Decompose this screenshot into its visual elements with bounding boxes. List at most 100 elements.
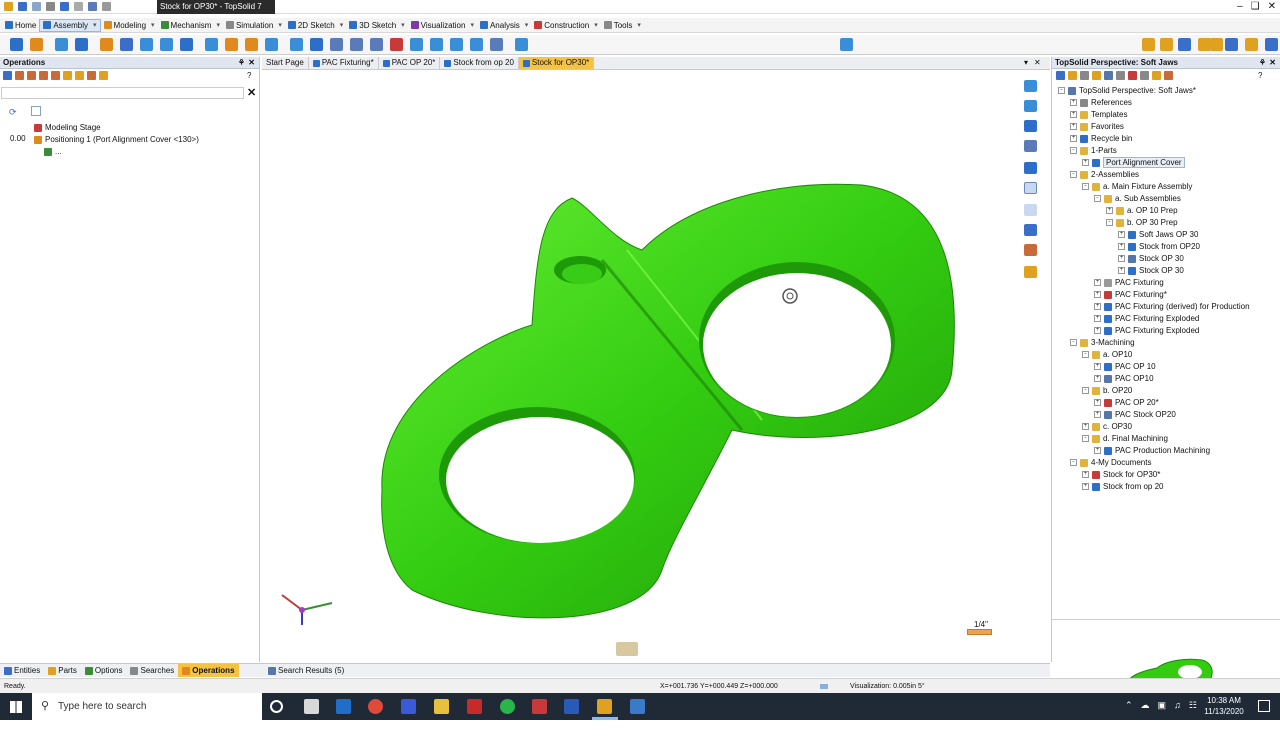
- pan-icon[interactable]: [1024, 80, 1037, 92]
- expand-icon[interactable]: +: [1070, 135, 1077, 142]
- rotate-view-icon[interactable]: [1024, 120, 1037, 132]
- open-icon[interactable]: [32, 2, 41, 11]
- op-tool-icon[interactable]: [63, 71, 72, 80]
- project-tool-icon[interactable]: [1056, 71, 1065, 80]
- toolbar-command-icon[interactable]: [1265, 38, 1278, 51]
- app-icon[interactable]: [4, 2, 13, 11]
- project-tree-item[interactable]: + Stock for OP30*: [1082, 469, 1160, 480]
- project-tool-icon[interactable]: [1152, 71, 1161, 80]
- windows-start-icon[interactable]: [10, 701, 22, 713]
- expand-icon[interactable]: +: [1070, 99, 1077, 106]
- menu-dropdown-icon[interactable]: ▾: [93, 21, 97, 29]
- menu-dropdown-icon[interactable]: ▾: [401, 21, 405, 29]
- project-tree-item[interactable]: - a. OP10: [1082, 349, 1132, 360]
- project-tree-item[interactable]: + PAC OP10: [1094, 373, 1154, 384]
- app-icon[interactable]: [401, 699, 416, 714]
- close-panel-icon[interactable]: ✕: [1269, 57, 1276, 69]
- project-tree-item[interactable]: + a. OP 10 Prep: [1106, 205, 1178, 216]
- toolbar-command-icon[interactable]: [140, 38, 153, 51]
- project-tree-item[interactable]: + Port Alignment Cover: [1082, 157, 1185, 168]
- action-center-icon[interactable]: [1258, 700, 1270, 712]
- settings-app-icon[interactable]: [630, 699, 645, 714]
- outlook-icon[interactable]: [336, 699, 351, 714]
- toolbar-command-icon[interactable]: [265, 38, 278, 51]
- project-tree-item[interactable]: + PAC Fixturing*: [1094, 289, 1167, 300]
- zoom-window-icon[interactable]: [1024, 182, 1037, 194]
- op-tool-icon[interactable]: [15, 71, 24, 80]
- toolbar-command-icon[interactable]: [160, 38, 173, 51]
- restore-icon[interactable]: ❏: [1251, 1, 1260, 12]
- collapse-icon[interactable]: -: [1106, 219, 1113, 226]
- pin-icon[interactable]: ⚘: [238, 57, 245, 69]
- volume-icon[interactable]: ♫: [1174, 700, 1181, 711]
- menu-assembly[interactable]: Assembly ▾: [39, 18, 101, 32]
- panel-tab-searches[interactable]: Searches: [126, 664, 178, 677]
- collapse-icon[interactable]: -: [1070, 339, 1077, 346]
- close-icon[interactable]: ✕: [1268, 1, 1276, 12]
- collapse-icon[interactable]: -: [1070, 147, 1077, 154]
- panel-tab-parts[interactable]: Parts: [44, 664, 81, 677]
- toolbar-command-icon[interactable]: [310, 38, 323, 51]
- menu-dropdown-icon[interactable]: ▾: [637, 21, 641, 29]
- toolbar-command-icon[interactable]: [330, 38, 343, 51]
- menu-dropdown-icon[interactable]: ▾: [525, 21, 529, 29]
- expand-icon[interactable]: +: [1118, 231, 1125, 238]
- close-panel-icon[interactable]: ✕: [248, 57, 255, 69]
- menu-dropdown-icon[interactable]: ▾: [594, 21, 598, 29]
- word-icon[interactable]: [564, 699, 579, 714]
- collapse-icon[interactable]: -: [1082, 351, 1089, 358]
- toolbar-command-icon[interactable]: [1225, 38, 1238, 51]
- expand-icon[interactable]: +: [1118, 255, 1125, 262]
- project-tree-item[interactable]: - a. Sub Assemblies: [1094, 193, 1181, 204]
- project-tree-item[interactable]: + PAC OP 20*: [1094, 397, 1159, 408]
- project-tool-icon[interactable]: [1116, 71, 1125, 80]
- print-icon[interactable]: [46, 2, 55, 11]
- project-tree-item[interactable]: - 1-Parts: [1070, 145, 1117, 156]
- taskbar-search-input[interactable]: ⚲ Type here to search: [32, 693, 262, 720]
- menu-dropdown-icon[interactable]: ▾: [470, 21, 474, 29]
- menu-dropdown-icon[interactable]: ▾: [151, 21, 155, 29]
- clear-search-icon[interactable]: ✕: [247, 86, 256, 99]
- menu-tools[interactable]: Tools ▾: [601, 19, 644, 32]
- notification-icon[interactable]: ☷: [1189, 700, 1197, 711]
- redo-icon[interactable]: [74, 2, 83, 11]
- toolbar-command-icon[interactable]: [290, 38, 303, 51]
- operation-item[interactable]: Positioning 1 (Port Alignment Cover <130…: [34, 134, 199, 145]
- toolbar-command-icon[interactable]: [410, 38, 423, 51]
- expand-icon[interactable]: +: [1094, 363, 1101, 370]
- toolbar-command-icon[interactable]: [390, 38, 403, 51]
- toolbar-command-icon[interactable]: [515, 38, 528, 51]
- project-tree-item[interactable]: + PAC Fixturing Exploded: [1094, 325, 1199, 336]
- project-tree-item[interactable]: + PAC Production Machining: [1094, 445, 1210, 456]
- toolbar-command-icon[interactable]: [205, 38, 218, 51]
- toolbar-command-icon[interactable]: [10, 38, 23, 51]
- project-tree-item[interactable]: + PAC Fixturing (derived) for Production: [1094, 301, 1250, 312]
- workplane-icon[interactable]: [616, 642, 638, 656]
- toolbar-command-icon[interactable]: [100, 38, 113, 51]
- cloud-icon[interactable]: ☁: [1141, 700, 1150, 711]
- operations-search-input[interactable]: [1, 87, 244, 99]
- toolbar-command-icon[interactable]: [470, 38, 483, 51]
- op-tool-icon[interactable]: [87, 71, 96, 80]
- menu-analysis[interactable]: Analysis ▾: [477, 19, 531, 32]
- expand-icon[interactable]: +: [1118, 243, 1125, 250]
- project-tree-item[interactable]: + Stock OP 30: [1118, 253, 1184, 264]
- collapse-icon[interactable]: -: [1082, 183, 1089, 190]
- toolbar-command-icon[interactable]: [30, 38, 43, 51]
- project-tree-item[interactable]: - a. Main Fixture Assembly: [1082, 181, 1192, 192]
- expand-icon[interactable]: +: [1082, 159, 1089, 166]
- network-icon[interactable]: ▣: [1158, 700, 1167, 711]
- collapse-icon[interactable]: -: [1082, 387, 1089, 394]
- search-results-tab[interactable]: Search Results (5): [264, 664, 348, 677]
- menu-construction[interactable]: Construction ▾: [531, 19, 600, 32]
- document-tab[interactable]: Start Page: [262, 57, 309, 69]
- panel-tab-operations[interactable]: Operations: [178, 664, 239, 677]
- save-icon[interactable]: [18, 2, 27, 11]
- project-tree-item[interactable]: + Stock from OP20: [1118, 241, 1200, 252]
- list-view-icon[interactable]: [31, 106, 41, 116]
- document-tab[interactable]: PAC Fixturing*: [309, 57, 379, 69]
- part-model-graphic[interactable]: [262, 70, 1050, 662]
- project-tree-item[interactable]: - TopSolid Perspective: Soft Jaws*: [1058, 85, 1196, 96]
- expand-icon[interactable]: +: [1106, 207, 1113, 214]
- project-tree-item[interactable]: + Soft Jaws OP 30: [1118, 229, 1198, 240]
